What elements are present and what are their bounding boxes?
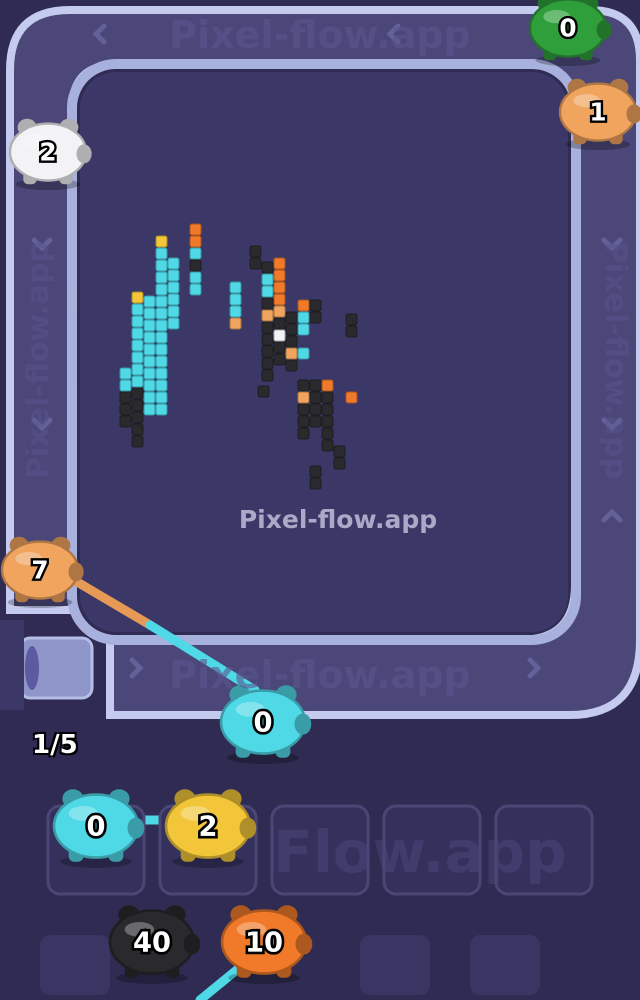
game-screen: 0 1 2 7 0 0 2 40 10 Pixel-flow.app Pixel-flow.ap… xyxy=(0,0,640,1000)
orange-pig-left-count: 7 xyxy=(31,556,48,585)
queue-progress: 1/5 xyxy=(32,730,78,760)
white-pig-count: 2 xyxy=(39,138,56,167)
queue-pig-1-count: 40 xyxy=(133,927,171,958)
queue-pig-2-count: 10 xyxy=(245,927,283,958)
orange-pig-top-right-count: 1 xyxy=(589,98,606,127)
track-watermark-bottom: Pixel-flow.app xyxy=(169,653,470,697)
track-watermark-right: Pixel-flow.app xyxy=(598,241,633,479)
active-pig-count: 0 xyxy=(254,707,273,738)
slot-pig-1-count: 0 xyxy=(87,811,106,842)
green-pig-count: 0 xyxy=(559,14,576,43)
track-watermark-left: Pixel-flow.app xyxy=(21,241,56,479)
slot-pig-2-count: 2 xyxy=(199,811,218,842)
game-board: 0 1 2 7 0 0 2 40 10 Pixel-flow.app Pixel-flow.ap… xyxy=(0,0,640,1000)
track-watermark-top: Pixel-flow.app xyxy=(169,13,470,57)
queue-pig-1[interactable]: 40 xyxy=(108,905,201,984)
slot-watermark: Flow.app xyxy=(273,818,566,886)
center-watermark: Pixel-flow.app xyxy=(239,505,437,534)
